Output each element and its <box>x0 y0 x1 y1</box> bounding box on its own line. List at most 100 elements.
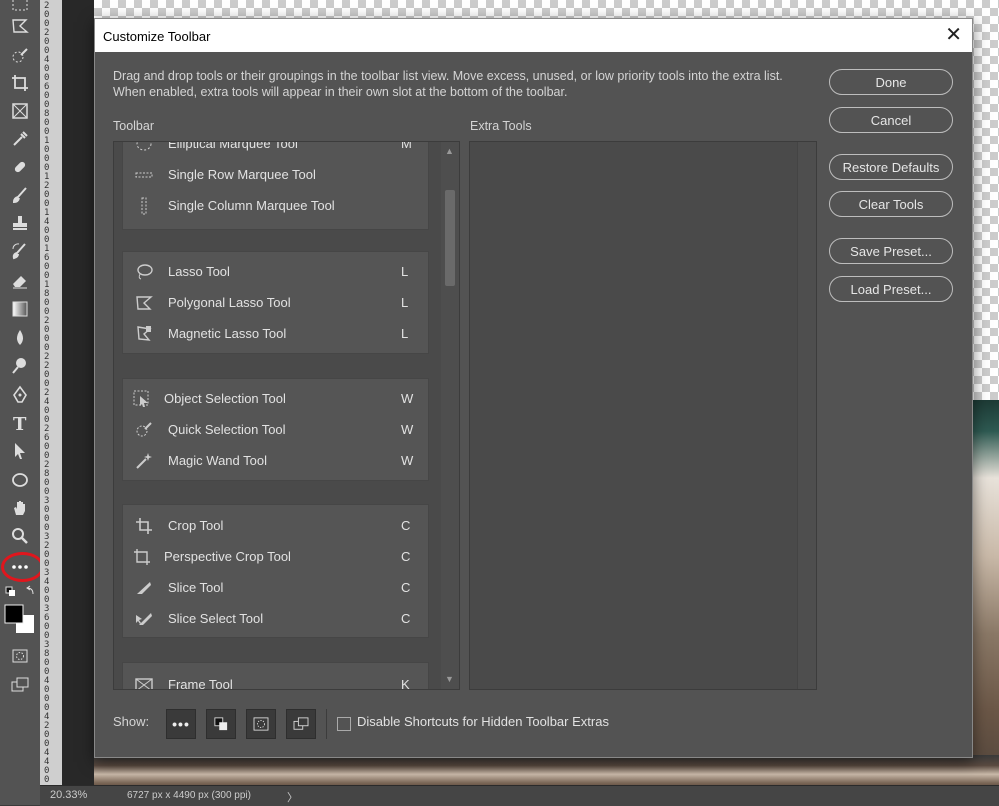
pasteboard <box>62 0 94 790</box>
pen-tool-icon[interactable] <box>8 384 32 406</box>
lasso-tool-icon[interactable] <box>8 15 32 37</box>
tool-shortcut: L <box>401 326 409 341</box>
status-menu-arrow-icon[interactable]: 〉 <box>287 789 298 805</box>
tool-name: Object Selection Tool <box>164 391 286 406</box>
list-item[interactable]: Object Selection Tool W <box>123 384 428 414</box>
show-quick-mask-button[interactable] <box>246 709 276 739</box>
list-item[interactable]: Slice Tool C <box>123 573 428 603</box>
healing-brush-tool-icon[interactable] <box>8 156 32 178</box>
tool-name: Magnetic Lasso Tool <box>168 326 287 341</box>
dodge-tool-icon[interactable] <box>8 355 32 377</box>
svg-text:T: T <box>13 414 27 433</box>
show-screen-mode-button[interactable] <box>286 709 316 739</box>
path-selection-tool-icon[interactable] <box>8 440 32 462</box>
tool-name: Elliptical Marquee Tool <box>168 142 298 151</box>
crop-tool-icon[interactable] <box>8 72 32 94</box>
clear-tools-button[interactable]: Clear Tools <box>829 191 953 217</box>
list-item[interactable]: Lasso Tool L <box>123 257 428 287</box>
scroll-down-icon[interactable]: ▼ <box>445 674 454 684</box>
tool-name: Perspective Crop Tool <box>164 549 291 564</box>
brush-tool-icon[interactable] <box>8 184 32 206</box>
extra-tools-list[interactable] <box>469 141 817 690</box>
dialog-description: Drag and drop tools or their groupings i… <box>113 69 783 99</box>
tool-name: Frame Tool <box>168 677 233 689</box>
show-extras-button[interactable]: ••• <box>166 709 196 739</box>
list-item[interactable]: Quick Selection Tool W <box>123 415 428 445</box>
photo-edge-right <box>971 400 999 790</box>
status-bar: 20.33% 6727 px x 4490 px (300 ppi) 〉 <box>40 785 999 806</box>
close-icon[interactable]: ✕ <box>945 25 962 45</box>
magic-wand-icon <box>135 452 153 470</box>
list-item[interactable]: Magnetic Lasso Tool L <box>123 319 428 349</box>
crop-icon <box>135 517 153 535</box>
default-colors-icon[interactable] <box>3 582 37 604</box>
clone-stamp-tool-icon[interactable] <box>8 212 32 234</box>
tool-group[interactable]: Lasso Tool L Polygonal Lasso Tool L Magn… <box>122 251 429 354</box>
extra-tools-label: Extra Tools <box>470 119 532 133</box>
slice-select-icon <box>135 610 153 628</box>
show-label: Show: <box>113 714 150 729</box>
scroll-up-icon[interactable]: ▲ <box>445 146 454 156</box>
tool-name: Quick Selection Tool <box>168 422 286 437</box>
cancel-button[interactable]: Cancel <box>829 107 953 133</box>
zoom-level[interactable]: 20.33% <box>50 789 87 801</box>
rect-marquee-icon[interactable] <box>8 0 32 16</box>
list-item[interactable]: Single Column Marquee Tool <box>123 191 428 221</box>
list-item[interactable]: Polygonal Lasso Tool L <box>123 288 428 318</box>
restore-defaults-button[interactable]: Restore Defaults <box>829 154 953 180</box>
list-item[interactable]: Slice Select Tool C <box>123 604 428 634</box>
quick-selection-tool-icon[interactable] <box>8 45 32 67</box>
toolbar-list[interactable]: Elliptical Marquee Tool M Single Row Mar… <box>113 141 460 690</box>
tool-group[interactable]: Object Selection Tool W Quick Selection … <box>122 378 429 481</box>
slice-icon <box>135 579 153 597</box>
show-colors-button[interactable] <box>206 709 236 739</box>
type-tool-icon[interactable]: T <box>8 412 32 434</box>
foreground-background-colors[interactable] <box>4 604 36 634</box>
eraser-tool-icon[interactable] <box>8 270 32 292</box>
tool-group[interactable]: Crop Tool C Perspective Crop Tool C Slic… <box>122 504 429 638</box>
list-item[interactable]: Perspective Crop Tool C <box>123 542 428 572</box>
tool-shortcut: W <box>401 422 414 437</box>
document-info: 6727 px x 4490 px (300 ppi) <box>127 790 251 801</box>
done-button[interactable]: Done <box>829 69 953 95</box>
history-brush-tool-icon[interactable] <box>8 240 32 262</box>
zoom-tool-icon[interactable] <box>8 525 32 547</box>
list-item[interactable]: Magic Wand Tool W <box>123 446 428 476</box>
tool-shortcut: C <box>401 549 411 564</box>
show-options-row: Show: ••• Disable Shortcuts for Hidden T… <box>113 709 953 739</box>
tool-name: Lasso Tool <box>168 264 230 279</box>
object-selection-icon <box>133 390 151 408</box>
extra-tools-scrollbar[interactable] <box>797 142 816 689</box>
disable-shortcuts-checkbox[interactable] <box>337 717 351 731</box>
tool-group[interactable]: Frame Tool K <box>122 662 429 689</box>
frame-tool-icon[interactable] <box>8 100 32 122</box>
quick-mask-icon[interactable] <box>8 645 32 667</box>
gradient-tool-icon[interactable] <box>8 298 32 320</box>
lasso-icon <box>135 263 153 281</box>
save-preset-button[interactable]: Save Preset... <box>829 238 953 264</box>
tool-shortcut: L <box>401 264 409 279</box>
dialog-titlebar: Customize Toolbar ✕ <box>95 19 972 52</box>
tool-name: Crop Tool <box>168 518 224 533</box>
tool-name: Single Column Marquee Tool <box>168 198 335 213</box>
hand-tool-icon[interactable] <box>8 497 32 519</box>
ellipse-tool-icon[interactable] <box>8 469 32 491</box>
toolbar-list-scrollbar[interactable]: ▲ ▼ <box>441 142 459 689</box>
more-dots-icon: ••• <box>172 716 190 732</box>
list-item[interactable]: Frame Tool K <box>123 670 428 689</box>
load-preset-button[interactable]: Load Preset... <box>829 276 953 302</box>
quick-selection-icon <box>135 421 153 439</box>
tool-name: Slice Tool <box>168 580 224 595</box>
screen-mode-icon[interactable] <box>8 674 32 696</box>
list-item[interactable]: Single Row Marquee Tool <box>123 160 428 190</box>
list-item[interactable]: Elliptical Marquee Tool M <box>123 142 428 159</box>
disable-shortcuts-label[interactable]: Disable Shortcuts for Hidden Toolbar Ext… <box>357 714 609 729</box>
scrollbar-thumb[interactable] <box>445 190 455 286</box>
eyedropper-tool-icon[interactable] <box>8 128 32 150</box>
list-item[interactable]: Crop Tool C <box>123 511 428 541</box>
tool-name: Magic Wand Tool <box>168 453 267 468</box>
tool-group[interactable]: Elliptical Marquee Tool M Single Row Mar… <box>122 142 429 230</box>
tool-strip: T <box>0 0 41 805</box>
screen-mode-toggle-icon <box>293 717 309 730</box>
blur-tool-icon[interactable] <box>8 327 32 349</box>
